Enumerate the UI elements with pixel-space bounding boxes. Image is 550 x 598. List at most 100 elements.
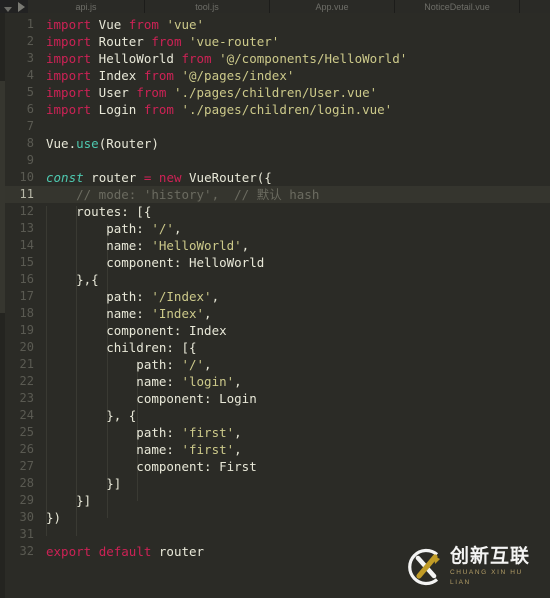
tab-app-vue[interactable]: App.vue [270, 0, 395, 13]
code-line[interactable]: 13 path: '/', [0, 220, 550, 237]
code-line[interactable]: 31 [0, 526, 550, 543]
code-line[interactable]: 20 children: [{ [0, 339, 550, 356]
tab-api-js[interactable]: api.js [28, 0, 145, 13]
code-line[interactable]: 15 component: HelloWorld [0, 254, 550, 271]
code-token: (Router) [98, 136, 159, 151]
code-line[interactable]: 3 import HelloWorld from '@/components/He… [0, 50, 550, 67]
code-text: }) [46, 509, 61, 526]
code-token: import [46, 102, 92, 117]
code-token: component: Index [46, 323, 227, 338]
fold-strip-thumb[interactable] [0, 81, 5, 313]
code-token: 'first' [181, 425, 235, 440]
code-token: path: [46, 425, 182, 440]
code-line[interactable]: 16 },{ [0, 271, 550, 288]
code-line[interactable]: 29 }] [0, 492, 550, 509]
code-line[interactable]: 27 component: First [0, 458, 550, 475]
code-token: }] [46, 476, 122, 491]
code-token: router [151, 544, 205, 559]
code-line[interactable]: 22 name: 'login', [0, 373, 550, 390]
code-line[interactable]: 25 path: 'first', [0, 424, 550, 441]
code-text: }] [46, 492, 91, 509]
line-number: 12 [19, 204, 34, 218]
code-line[interactable]: 5 import User from './pages/children/User… [0, 84, 550, 101]
code-token: component: First [46, 459, 257, 474]
line-number: 16 [19, 272, 34, 286]
code-line[interactable]: 10 const router = new VueRouter({ [0, 169, 550, 186]
code-text: import Router from 'vue-router' [46, 33, 279, 50]
code-line[interactable]: 14 name: 'HelloWorld', [0, 237, 550, 254]
tab-attachment-vue[interactable]: attachment.vue [520, 0, 550, 13]
code-token: Router [91, 34, 152, 49]
code-text: path: '/', [46, 356, 211, 373]
code-line[interactable]: 6 import Login from './pages/children/log… [0, 101, 550, 118]
line-number: 26 [19, 442, 34, 456]
code-line[interactable]: 11 // mode: 'history', // 默认 hash [0, 186, 550, 203]
line-number: 23 [19, 391, 34, 405]
code-token: component: Login [46, 391, 257, 406]
code-line[interactable]: 1 import Vue from 'vue' [0, 16, 550, 33]
fold-strip [0, 13, 5, 598]
code-line[interactable]: 12 routes: [{ [0, 203, 550, 220]
line-number: 2 [26, 34, 34, 48]
code-token: from [143, 68, 174, 83]
code-token: import [46, 51, 92, 66]
line-number: 17 [19, 289, 34, 303]
code-token: , [234, 425, 242, 440]
line-number: 6 [26, 102, 34, 116]
code-line[interactable]: 19 component: Index [0, 322, 550, 339]
cx-logo-icon [404, 545, 448, 589]
code-token: from [128, 17, 159, 32]
code-line[interactable]: 17 path: '/Index', [0, 288, 550, 305]
editor-tab-bar: api.js tool.js App.vue NoticeDetail.vue … [0, 0, 550, 13]
code-editor-pane[interactable]: 1 import Vue from 'vue' 2 import Router fro… [0, 13, 550, 598]
code-text: import User from './pages/children/User.… [46, 84, 377, 101]
code-token: 'HelloWorld' [151, 238, 242, 253]
code-text: import HelloWorld from '@/components/Hel… [46, 50, 407, 67]
code-line[interactable]: 24 }, { [0, 407, 550, 424]
code-line[interactable]: 30}) [0, 509, 550, 526]
code-line[interactable]: 23 component: Login [0, 390, 550, 407]
code-line[interactable]: 7 [0, 118, 550, 135]
line-number: 11 [19, 187, 34, 201]
code-token: '/' [151, 221, 174, 236]
code-token: default [98, 544, 152, 559]
code-line[interactable]: 26 name: 'first', [0, 441, 550, 458]
line-number: 28 [19, 476, 34, 490]
line-number: 13 [19, 221, 34, 235]
code-token: name: [46, 238, 152, 253]
code-line[interactable]: 8 Vue.use(Router) [0, 135, 550, 152]
code-token: const [46, 170, 84, 185]
code-token: }) [46, 510, 62, 525]
code-token: , [234, 374, 242, 389]
code-token: VueRouter({ [181, 170, 272, 185]
code-text: import Index from '@/pages/index' [46, 67, 294, 84]
code-text: name: 'Index', [46, 305, 211, 322]
code-token: name: [46, 306, 152, 321]
code-token: from [181, 51, 212, 66]
line-number: 27 [19, 459, 34, 473]
watermark-text: 创新互联 CHUANG XIN HU LIAN [450, 546, 544, 588]
code-line[interactable]: 21 path: '/', [0, 356, 550, 373]
code-line[interactable]: 4 import Index from '@/pages/index' [0, 67, 550, 84]
code-token: './pages/children/login.vue' [181, 102, 393, 117]
code-text: children: [{ [46, 339, 196, 356]
code-token: '/' [181, 357, 205, 372]
tab-noticedetail-vue[interactable]: NoticeDetail.vue [395, 0, 520, 13]
code-token: router [83, 170, 144, 185]
line-number: 31 [19, 527, 34, 541]
code-token: import [46, 68, 92, 83]
code-line[interactable]: 9 [0, 152, 550, 169]
tab-tool-js[interactable]: tool.js [145, 0, 270, 13]
code-line[interactable]: 28 }] [0, 475, 550, 492]
caret-right-icon[interactable] [18, 2, 25, 12]
watermark-chinese: 创新互联 [450, 545, 531, 567]
code-token: Vue [91, 17, 129, 32]
code-text: name: 'HelloWorld', [46, 237, 249, 254]
code-token: import [46, 85, 92, 100]
code-line[interactable]: 18 name: 'Index', [0, 305, 550, 322]
code-token: Vue. [46, 136, 77, 151]
code-line[interactable]: 2 import Router from 'vue-router' [0, 33, 550, 50]
line-number: 7 [26, 119, 34, 133]
caret-down-icon[interactable] [4, 7, 12, 12]
